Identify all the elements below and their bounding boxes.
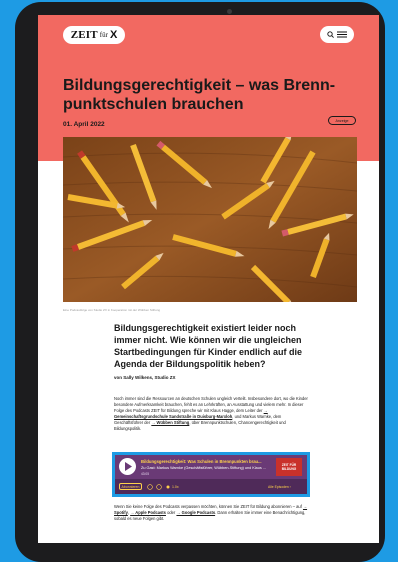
episode-time: 43:05 [141,472,149,476]
player-header: Bildungsgerechtigkeit: Was Schulen in Br… [115,455,307,479]
photo-caption: Eine Podcastfolge von Studio ZX in Koope… [63,308,161,312]
play-icon [125,462,132,471]
player-controls: Abonnieren 1.0x Alle Episoden › [115,479,307,494]
subscribe-button[interactable]: Abonnieren [119,483,142,490]
sponsor-badge[interactable]: Anzeige [328,116,356,125]
article-byline: von Sally Wilkens, Studio ZX [114,375,176,380]
all-episodes-link[interactable]: Alle Episoden › [268,485,291,489]
browser-screen: ZEIT für X Bildungsgerechtigkeit – was B… [38,15,379,543]
menu-button[interactable] [320,26,354,43]
episode-title[interactable]: Bildungsgerechtigkeit: Was Schulen in Br… [141,459,271,464]
camera-dot [227,9,232,14]
footer-separator-1: , [127,510,130,515]
search-icon [327,31,334,38]
zeit-fuer-x-logo[interactable]: ZEIT für X [63,26,125,44]
article-date: 01. April 2022 [63,121,105,128]
body-text-part1: Noch immer sind die Ressourcen an deutsc… [114,396,308,413]
apple-podcasts-link[interactable]: → Apple Podcasts [130,510,166,515]
podcast-cover: ZEIT FÜR BILDUNG [276,458,302,476]
episode-subtitle: Zu Gast: Markus Warnke (Geschäftsführer,… [141,466,266,470]
share-icon[interactable] [165,484,171,490]
logo-fuer: für [99,31,108,39]
footer-separator-2: oder [167,510,176,515]
article-title: Bildungsgerechtigkeit – was Brenn-punkts… [63,77,336,113]
speed-label[interactable]: 1.0x [172,485,179,489]
forward-icon[interactable] [156,484,162,490]
logo-x: X [109,29,118,41]
google-podcasts-link[interactable]: → Google Podcasts [176,510,215,515]
subscribe-info: Wenn Sie keine Folge des Podcasts verpas… [114,504,310,522]
logo-zeit: ZEIT [70,29,98,41]
article-body: Noch immer sind die Ressourcen an deutsc… [114,396,310,432]
rewind-icon[interactable] [147,484,153,490]
podcast-player: Bildungsgerechtigkeit: Was Schulen in Br… [112,452,310,497]
footer-text-part1: Wenn Sie keine Folge des Podcasts verpas… [114,504,302,509]
article-lead: Bildungsgerechtigkeit existiert leider n… [114,323,303,369]
wuebben-link[interactable]: → Wübben Stiftung [151,420,189,425]
play-button[interactable] [119,458,136,475]
pencils-photo [63,137,357,302]
hamburger-icon [337,31,347,38]
